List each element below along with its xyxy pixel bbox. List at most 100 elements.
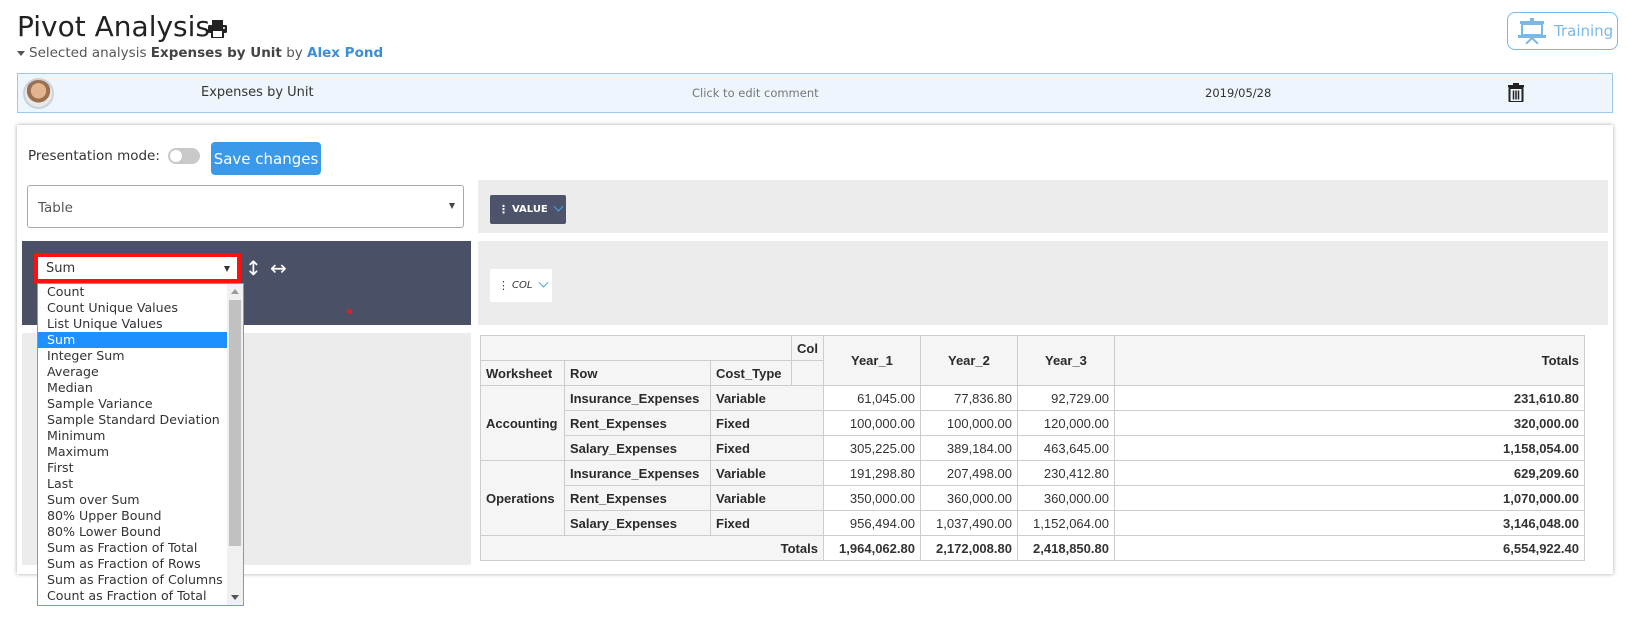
analysis-row[interactable]: Expenses by Unit Click to edit comment 2… [17,73,1613,113]
value-cell[interactable]: 207,498.00 [919,460,1018,486]
aggregator-option[interactable]: Sum as Fraction of Rows [38,556,228,572]
value-chip-label: VALUE [512,204,548,215]
table-row: Accounting Insurance_Expenses Variable 61,0… [480,385,1585,461]
chevron-down-icon[interactable] [538,277,549,288]
selected-analysis-line[interactable]: Selected analysis Expenses by Unit by Al… [17,45,383,61]
value-cell[interactable]: 77,836.80 [919,385,1018,411]
renderer-value: Table [38,200,73,216]
scroll-thumb[interactable] [229,300,241,546]
aggregator-option[interactable]: Sample Variance [38,396,228,412]
cost-type-label: Variable [710,460,824,486]
values-drop-area[interactable] [478,180,1608,233]
col-total-cell[interactable]: 2,172,008.80 [919,535,1018,561]
chevron-down-icon[interactable] [553,201,564,212]
aggregator-option[interactable]: Average [38,364,228,380]
drag-handle-icon[interactable]: ⋮ [498,279,509,292]
presentation-mode-toggle[interactable] [168,148,200,164]
group-label: Operations [480,460,565,536]
value-cell[interactable]: 360,000.00 [919,485,1018,511]
aggregator-option[interactable]: Integer Sum [38,348,228,364]
aggregator-option[interactable]: Sum as Fraction of Total [38,540,228,556]
analysis-name: Expenses by Unit [150,45,282,61]
col-attr-header: Col [791,335,824,361]
trash-icon[interactable] [1508,83,1524,102]
value-cell[interactable]: 92,729.00 [1016,385,1115,411]
columns-drop-area[interactable] [478,241,1608,325]
aggregator-option[interactable]: Last [38,476,228,492]
aggregator-option[interactable]: Count [38,284,228,300]
row-label: Rent_Expenses [564,485,711,511]
value-cell[interactable]: 463,645.00 [1016,435,1115,461]
aggregator-dropdown[interactable]: Count Count Unique Values List Unique Valu… [37,283,244,606]
aggregator-option[interactable]: Maximum [38,444,228,460]
aggregator-option[interactable]: Count as Fraction of Total [38,588,228,604]
aggregator-option[interactable]: Sample Standard Deviation [38,412,228,428]
pivot-table: Col Year_1 Year_2 Year_3 Totals Workshee… [480,335,1585,561]
table-row: Operations Insurance_Expenses Variable 191,… [480,460,1585,536]
row-total-cell[interactable]: 320,000.00 [1113,410,1585,436]
aggregator-options-list: Count Count Unique Values List Unique Valu… [38,284,228,604]
aggregator-option[interactable]: Sum [38,332,228,348]
row-total-cell[interactable]: 1,158,054.00 [1113,435,1585,461]
aggregator-select[interactable]: Sum [34,253,241,283]
print-icon[interactable] [208,20,227,38]
value-cell[interactable]: 1,152,064.00 [1016,510,1115,536]
cost-type-label: Fixed [710,435,824,461]
grand-total-cell[interactable]: 6,554,922.40 [1113,535,1585,561]
value-cell[interactable]: 61,045.00 [822,385,921,411]
cost-type-label: Fixed [710,510,824,536]
aggregator-option[interactable]: 80% Lower Bound [38,524,228,540]
value-cell[interactable]: 191,298.80 [822,460,921,486]
row-attr-cost-type: Cost_Type [710,360,792,386]
dropdown-scrollbar[interactable] [227,284,243,605]
scroll-down-icon[interactable] [231,595,239,600]
value-cell[interactable]: 389,184.00 [919,435,1018,461]
aggregator-option[interactable]: Minimum [38,428,228,444]
value-cell[interactable]: 120,000.00 [1016,410,1115,436]
aggregator-option[interactable]: Sum as Fraction of Columns [38,572,228,588]
selected-prefix: Selected analysis [29,45,147,61]
row-order-toggle-icon[interactable]: ↕ [245,256,262,280]
author-link[interactable]: Alex Pond [307,45,383,61]
aggregator-option[interactable]: Count Unique Values [38,300,228,316]
by-label: by [286,45,303,61]
value-field-chip[interactable]: ⋮ VALUE [490,195,566,224]
value-cell[interactable]: 100,000.00 [822,410,921,436]
row-total-cell[interactable]: 1,070,000.00 [1113,485,1585,511]
table-row: Rent_Expenses Variable 350,000.00 360,000.0… [481,485,1585,511]
aggregator-option[interactable]: First [38,460,228,476]
caret-down-icon[interactable] [17,50,25,56]
edit-comment-link[interactable]: Click to edit comment [692,86,819,100]
save-changes-button[interactable]: Save changes [211,142,321,175]
row-total-cell[interactable]: 231,610.80 [1113,385,1585,411]
value-cell[interactable]: 360,000.00 [1016,485,1115,511]
value-cell[interactable]: 100,000.00 [919,410,1018,436]
value-cell[interactable]: 1,037,490.00 [919,510,1018,536]
value-cell[interactable]: 350,000.00 [822,485,921,511]
value-cell[interactable]: 230,412.80 [1016,460,1115,486]
aggregator-option[interactable]: List Unique Values [38,316,228,332]
value-cell[interactable]: 305,225.00 [822,435,921,461]
col-total-cell[interactable]: 2,418,850.80 [1016,535,1115,561]
row-total-cell[interactable]: 629,209.60 [1113,460,1585,486]
row-label: Salary_Expenses [564,435,711,461]
toggle-knob [170,150,182,162]
col-header-year-2: Year_2 [919,335,1018,386]
col-order-toggle-icon[interactable]: ↔ [270,256,287,280]
col-chip-label: COL [512,280,533,291]
row-total-cell[interactable]: 3,146,048.00 [1113,510,1585,536]
renderer-select[interactable]: Table [27,185,464,228]
row-label: Salary_Expenses [564,510,711,536]
col-header-year-1: Year_1 [822,335,921,386]
training-button[interactable]: Training [1507,12,1618,50]
col-field-chip[interactable]: ⋮ COL [490,269,552,302]
totals-label: Totals [480,535,824,561]
aggregator-option[interactable]: Sum over Sum [38,492,228,508]
aggregator-option[interactable]: 80% Upper Bound [38,508,228,524]
aggregator-option[interactable]: Median [38,380,228,396]
scroll-up-icon[interactable] [231,289,239,294]
page-title: Pivot Analysis [17,10,210,43]
value-cell[interactable]: 956,494.00 [822,510,921,536]
col-total-cell[interactable]: 1,964,062.80 [822,535,921,561]
drag-handle-icon[interactable]: ⋮ [498,203,509,216]
